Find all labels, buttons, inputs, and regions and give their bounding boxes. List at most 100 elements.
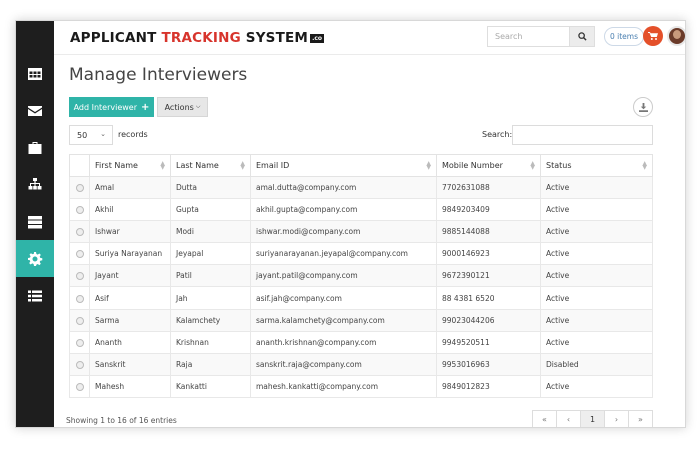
table-row[interactable]: Akhil Gupta akhil.gupta@company.com 9849203…: [69, 198, 653, 222]
list-icon: [28, 290, 42, 301]
sidebar-item-settings[interactable]: [16, 240, 54, 277]
column-header-status[interactable]: Status ▲ ▼: [540, 154, 653, 177]
mobile-cell: 9949520511: [436, 330, 541, 354]
cart-items-count[interactable]: 0 items: [604, 27, 644, 46]
row-radio[interactable]: [75, 294, 84, 303]
status-cell: Active: [540, 220, 653, 244]
status-cell: Active: [540, 198, 653, 222]
briefcase-icon: [28, 141, 42, 154]
pager-previous[interactable]: ‹: [556, 410, 581, 427]
table-search-input[interactable]: [512, 125, 653, 145]
select-column-header: [69, 154, 90, 177]
pager-next[interactable]: ›: [604, 410, 629, 427]
column-header-first-name[interactable]: First Name ▲ ▼: [89, 154, 171, 177]
mobile-cell: 7702631088: [436, 175, 541, 200]
table-row[interactable]: Sarma Kalamchety sarma.kalamchety@company.…: [69, 308, 653, 332]
mobile-cell: 9849203409: [436, 198, 541, 222]
table-row[interactable]: Suriya Narayanan Jeyapal suriyanarayanan.j…: [69, 242, 653, 266]
sort-icon: ▲ ▼: [530, 160, 535, 171]
table-row[interactable]: Ananth Krishnan ananth.krishnan@company.co…: [69, 330, 653, 354]
mobile-cell: 88 4381 6520: [436, 286, 541, 310]
email-cell: mahesh.kankatti@company.com: [250, 374, 437, 398]
pager-first[interactable]: «: [532, 410, 557, 427]
app-logo[interactable]: APPLICANT TRACKING SYSTEM .co: [70, 30, 325, 46]
status-cell: Disabled: [540, 352, 653, 376]
status-cell: Active: [540, 330, 653, 354]
last-name-cell: Gupta: [170, 198, 251, 222]
row-select-cell: [69, 330, 90, 354]
row-radio[interactable]: [75, 184, 84, 193]
sidebar-item-servers[interactable]: [16, 203, 54, 240]
first-name-cell: Suriya Narayanan: [89, 242, 171, 266]
mobile-cell: 99023044206: [436, 308, 541, 332]
row-select-cell: [69, 175, 90, 200]
mobile-cell: 9849012823: [436, 374, 541, 398]
status-cell: Active: [540, 242, 653, 266]
row-radio[interactable]: [75, 360, 84, 369]
email-cell: suriyanarayanan.jeyapal@company.com: [250, 242, 437, 266]
last-name-cell: Patil: [170, 264, 251, 288]
first-name-cell: Sarma: [89, 308, 171, 332]
status-cell: Active: [540, 286, 653, 310]
cart-button[interactable]: [643, 26, 663, 46]
pager-last[interactable]: »: [628, 410, 653, 427]
gear-icon: [28, 251, 43, 266]
mobile-cell: 9000146923: [436, 242, 541, 266]
global-search-input[interactable]: Search: [487, 26, 569, 47]
column-header-email[interactable]: Email ID ▲ ▼: [250, 154, 437, 177]
search-button[interactable]: [569, 26, 595, 47]
table-row[interactable]: Jayant Patil jayant.patil@company.com 96723…: [69, 264, 653, 288]
envelope-icon: [28, 105, 42, 116]
email-cell: sarma.kalamchety@company.com: [250, 308, 437, 332]
table-icon: [28, 67, 42, 80]
sidebar-item-mail[interactable]: [16, 92, 54, 129]
row-select-cell: [69, 220, 90, 244]
download-button[interactable]: [633, 97, 653, 117]
server-icon: [28, 215, 42, 228]
page-length-select[interactable]: 50 ⌄: [69, 125, 113, 145]
pagination: « ‹ 1 › »: [532, 410, 653, 427]
status-cell: Active: [540, 308, 653, 332]
sidebar-item-list[interactable]: [16, 277, 54, 314]
status-cell: Active: [540, 374, 653, 398]
first-name-cell: Ishwar: [89, 220, 171, 244]
column-header-last-name[interactable]: Last Name ▲ ▼: [170, 154, 251, 177]
plus-icon: +: [141, 101, 150, 113]
sidebar-item-hierarchy[interactable]: [16, 166, 54, 203]
row-radio[interactable]: [75, 338, 84, 347]
email-cell: jayant.patil@company.com: [250, 264, 437, 288]
first-name-cell: Asif: [89, 286, 171, 310]
row-radio[interactable]: [75, 250, 84, 259]
column-header-mobile[interactable]: Mobile Number ▲ ▼: [436, 154, 541, 177]
pager-page-1[interactable]: 1: [580, 410, 605, 427]
first-name-cell: Akhil: [89, 198, 171, 222]
sidebar: [16, 21, 54, 427]
email-cell: ananth.krishnan@company.com: [250, 330, 437, 354]
first-name-cell: Jayant: [89, 264, 171, 288]
table-row[interactable]: Mahesh Kankatti mahesh.kankatti@company.co…: [69, 374, 653, 398]
actions-label: Actions: [164, 102, 194, 112]
first-name-cell: Amal: [89, 175, 171, 200]
table-row[interactable]: Asif Jah asif.jah@company.com 88 4381 6520 A…: [69, 286, 653, 310]
table-row[interactable]: Ishwar Modi ishwar.modi@company.com 9885144…: [69, 220, 653, 244]
actions-dropdown[interactable]: Actions ⌵: [157, 97, 208, 117]
add-interviewer-button[interactable]: Add Interviewer +: [69, 97, 154, 117]
row-select-cell: [69, 242, 90, 266]
sidebar-item-jobs[interactable]: [16, 129, 54, 166]
row-radio[interactable]: [75, 228, 84, 237]
first-name-cell: Ananth: [89, 330, 171, 354]
sidebar-item-table[interactable]: [16, 55, 54, 92]
row-radio[interactable]: [75, 382, 84, 391]
chevron-down-icon: ⌄: [100, 130, 106, 138]
row-radio[interactable]: [75, 272, 84, 281]
search-icon: [577, 32, 587, 41]
row-select-cell: [69, 352, 90, 376]
row-radio[interactable]: [75, 316, 84, 325]
interviewers-table: First Name ▲ ▼ Last Name ▲ ▼ Email ID ▲ ▼ Mobi…: [69, 154, 653, 398]
user-avatar[interactable]: [667, 26, 685, 46]
email-cell: sanskrit.raja@company.com: [250, 352, 437, 376]
last-name-cell: Kankatti: [170, 374, 251, 398]
row-radio[interactable]: [75, 206, 84, 215]
table-row[interactable]: Amal Dutta amal.dutta@company.com 770263108…: [69, 175, 653, 200]
table-row[interactable]: Sanskrit Raja sanskrit.raja@company.com 995…: [69, 352, 653, 376]
